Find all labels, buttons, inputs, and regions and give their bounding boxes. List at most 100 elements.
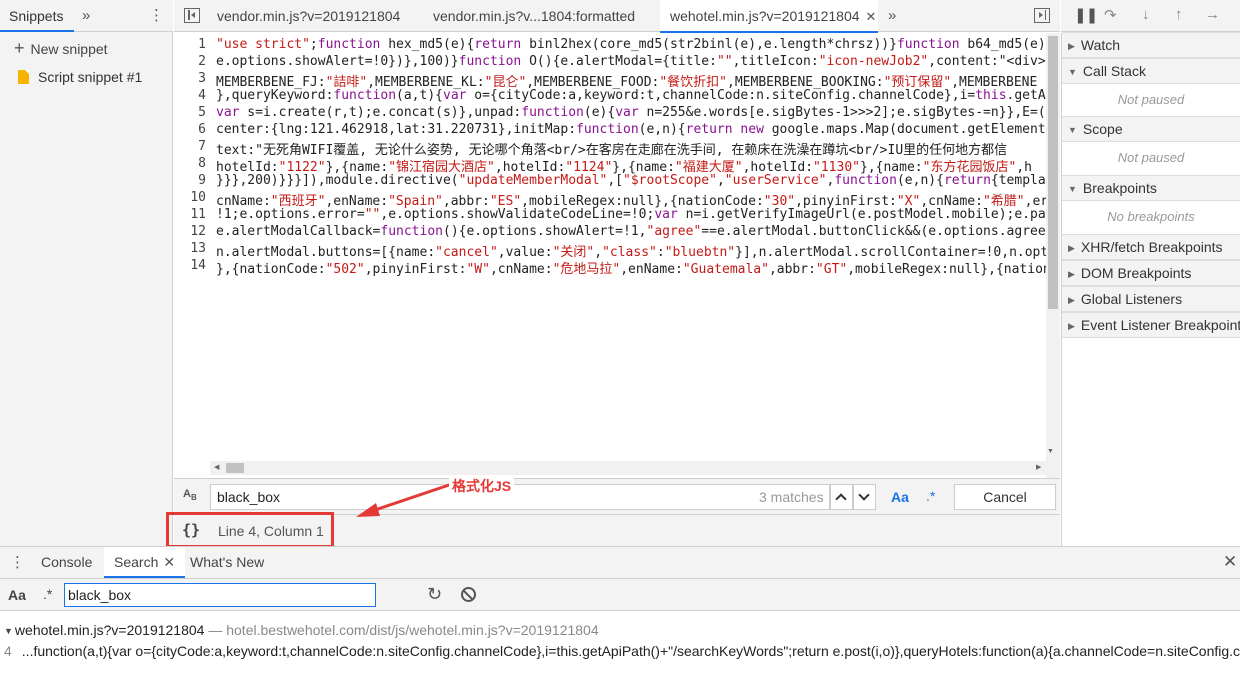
code-line: e.options.showAlert=!0})},100)}function … <box>216 54 1046 69</box>
collapse-arrow-icon: ▼ <box>1068 184 1077 194</box>
replace-toggle-icon[interactable]: AB <box>183 488 197 502</box>
code-line: }}},200)}}}]),module.directive("updateMe… <box>216 173 1046 188</box>
refresh-icon[interactable]: ↻ <box>427 584 442 605</box>
new-snippet-label: New snippet <box>30 41 108 57</box>
kebab-menu-icon[interactable]: ⋮ <box>149 6 164 24</box>
call-stack-empty: Not paused <box>1117 92 1185 107</box>
result-line-text: ...function(a,t){var o={cityCode:a,keywo… <box>21 643 1240 659</box>
editor-tab[interactable]: vendor.min.js?v=2019121804 <box>217 0 400 32</box>
next-match-button[interactable] <box>853 484 876 510</box>
expand-arrow-icon: ▶ <box>1068 269 1075 279</box>
tab-console[interactable]: Console <box>41 547 92 578</box>
collapse-arrow-icon: ▼ <box>4 626 13 636</box>
line-number: 1 <box>198 37 206 52</box>
line-number: 9 <box>198 173 206 188</box>
section-label: Breakpoints <box>1082 180 1157 196</box>
cancel-button[interactable]: Cancel <box>954 484 1056 510</box>
match-case-toggle[interactable]: Aa <box>891 489 909 505</box>
more-tabs-icon[interactable]: » <box>888 7 896 24</box>
horizontal-scroll-thumb[interactable] <box>226 463 244 473</box>
tab-snippets[interactable]: Snippets <box>0 0 74 32</box>
kebab-menu-icon[interactable]: ⋮ <box>10 553 25 571</box>
line-number: 14 <box>190 258 206 273</box>
result-file-name: wehotel.min.js?v=2019121804 <box>14 622 205 638</box>
editor-tab[interactable]: vendor.min.js?v...1804:formatted <box>433 0 635 32</box>
step-over-icon[interactable]: ↷ <box>1104 6 1117 24</box>
line-number: 4 <box>198 88 206 103</box>
editor-tab-label: wehotel.min.js?v=2019121804 <box>670 8 860 24</box>
line-number: 2 <box>198 54 206 69</box>
section-global-listeners[interactable]: ▶ Global Listeners <box>1062 286 1240 312</box>
drawer-tab-bar <box>0 546 1240 579</box>
scroll-right-arrow-icon[interactable]: ▶ <box>1036 463 1041 471</box>
tab-search-label: Search <box>114 554 159 570</box>
result-separator: — <box>204 622 227 638</box>
section-label: Event Listener Breakpoints <box>1080 317 1240 333</box>
file-icon <box>18 70 29 84</box>
tab-search[interactable]: Search ✕ <box>104 547 186 578</box>
section-dom-breakpoints[interactable]: ▶ DOM Breakpoints <box>1062 260 1240 286</box>
search-result-line[interactable]: 4 ...function(a,t){var o={cityCode:a,keyw… <box>4 643 1240 659</box>
section-scope[interactable]: ▼ Scope <box>1062 116 1240 142</box>
annotation-highlight-box <box>166 512 334 548</box>
code-line: "use strict";function hex_md5(e){return … <box>216 37 1046 52</box>
scroll-down-arrow-icon[interactable]: ▼ <box>1047 448 1054 455</box>
code-line: !1;e.options.error="",e.options.showVali… <box>216 207 1046 222</box>
scroll-left-arrow-icon[interactable]: ◀ <box>214 463 219 471</box>
tab-whats-new[interactable]: What's New <box>190 547 264 578</box>
toggle-navigator-icon[interactable] <box>184 8 200 23</box>
section-watch[interactable]: ▶ Watch <box>1062 32 1240 58</box>
section-event-listener-breakpoints[interactable]: ▶ Event Listener Breakpoints <box>1062 312 1240 338</box>
vertical-scroll-thumb[interactable] <box>1048 36 1058 309</box>
expand-arrow-icon: ▶ <box>1068 243 1075 253</box>
line-number: 7 <box>198 139 206 154</box>
annotation-label: 格式化JS <box>449 475 515 497</box>
snippet-item[interactable]: Script snippet #1 <box>18 69 142 85</box>
snippet-label: Script snippet #1 <box>38 69 143 85</box>
line-number: 6 <box>198 122 206 137</box>
expand-arrow-icon: ▶ <box>1068 295 1075 305</box>
close-drawer-icon[interactable]: ✕ <box>1223 552 1237 572</box>
new-snippet-button[interactable]: + New snippet <box>14 38 108 59</box>
search-input[interactable]: black_box <box>64 583 376 607</box>
code-line: center:{lng:121.462918,lat:31.220731},in… <box>216 122 1046 137</box>
scope-empty: Not paused <box>1117 150 1185 165</box>
breakpoints-empty: No breakpoints <box>1107 209 1195 224</box>
horizontal-scrollbar[interactable] <box>210 461 1046 475</box>
collapse-arrow-icon: ▼ <box>1068 67 1077 77</box>
more-tabs-icon[interactable]: » <box>82 7 90 24</box>
section-label: Call Stack <box>1082 63 1146 79</box>
regex-toggle[interactable]: .* <box>43 586 52 602</box>
close-tab-icon[interactable]: ✕ <box>163 554 175 570</box>
step-icon[interactable]: → <box>1205 6 1220 23</box>
line-number: 13 <box>190 241 206 256</box>
match-case-toggle[interactable]: Aa <box>8 587 26 603</box>
section-xhr-breakpoints[interactable]: ▶ XHR/fetch Breakpoints <box>1062 234 1240 260</box>
close-tab-icon[interactable]: ✕ <box>866 9 877 24</box>
section-breakpoints[interactable]: ▼ Breakpoints <box>1062 175 1240 201</box>
find-input[interactable]: black_box <box>210 484 830 510</box>
pause-icon[interactable]: ❚❚ <box>1074 6 1098 24</box>
expand-arrow-icon: ▶ <box>1068 321 1075 331</box>
code-line: },queryKeyword:function(a,t){var o={city… <box>216 88 1046 103</box>
regex-toggle[interactable]: .* <box>926 488 935 504</box>
previous-match-button[interactable] <box>830 484 853 510</box>
section-call-stack[interactable]: ▼ Call Stack <box>1062 58 1240 84</box>
line-number: 10 <box>190 190 206 205</box>
collapse-arrow-icon: ▼ <box>1068 125 1077 135</box>
clear-icon[interactable] <box>461 587 476 602</box>
step-out-icon[interactable]: ↑ <box>1175 6 1183 23</box>
code-line: var s=i.create(r,t);e.concat(s)},unpad:f… <box>216 105 1046 120</box>
toggle-debugger-icon[interactable] <box>1034 8 1050 23</box>
step-into-icon[interactable]: ↓ <box>1142 6 1150 23</box>
code-line: e.alertModalCallback=function(){e.option… <box>216 224 1046 239</box>
search-result-file[interactable]: ▼ wehotel.min.js?v=2019121804 — hotel.bes… <box>4 622 599 638</box>
plus-icon: + <box>14 38 25 58</box>
result-line-number: 4 <box>4 643 12 659</box>
line-number: 3 <box>198 71 206 86</box>
chevron-down-icon <box>858 489 870 501</box>
chevron-up-icon <box>835 493 847 505</box>
line-gutter: 1 2 3 4 5 6 7 8 9 10 11 12 13 14 <box>174 33 210 461</box>
editor-tab-active[interactable]: wehotel.min.js?v=2019121804 ✕ <box>660 0 878 33</box>
section-label: Watch <box>1080 37 1121 53</box>
